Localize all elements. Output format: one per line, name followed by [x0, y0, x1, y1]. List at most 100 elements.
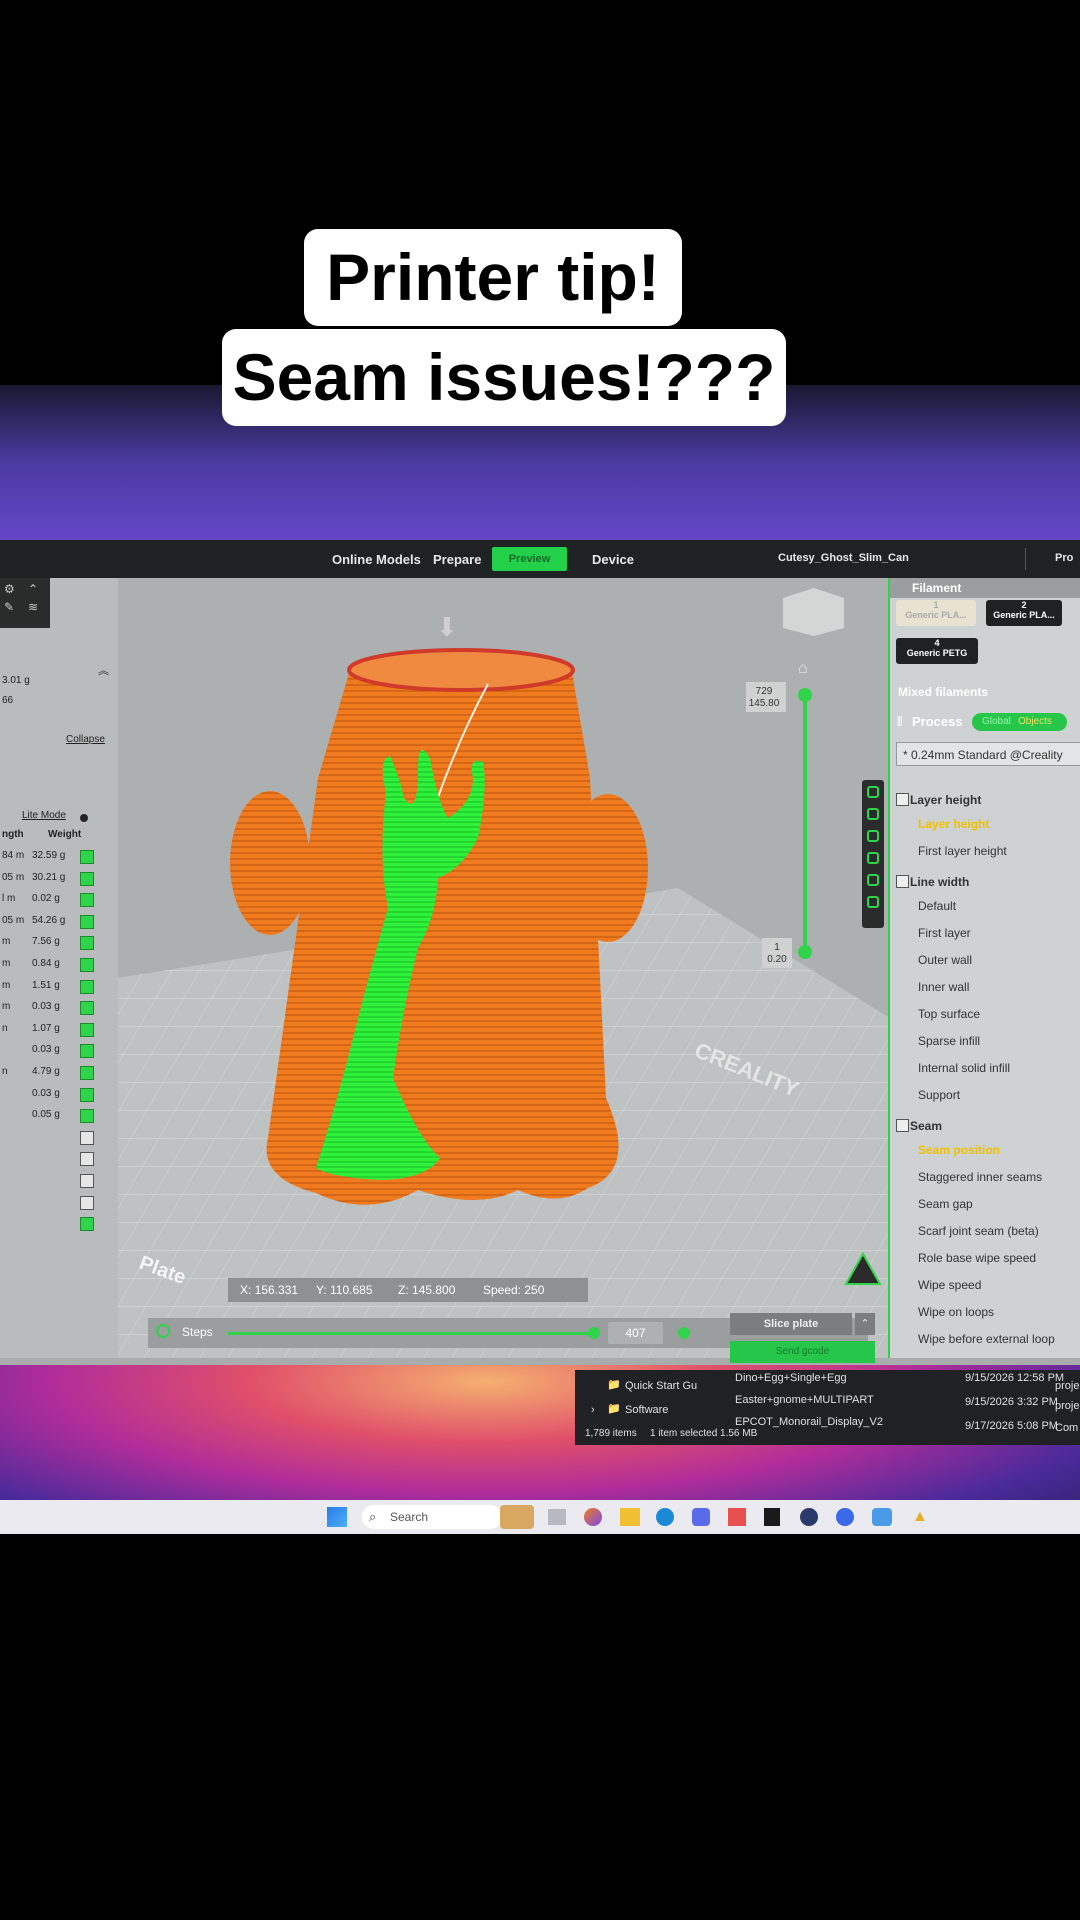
home-icon[interactable]: ⌂ — [798, 660, 808, 677]
collapse-link[interactable]: Collapse — [66, 734, 105, 745]
section-checkbox[interactable] — [896, 1119, 909, 1132]
gear-icon[interactable]: ⚙ — [4, 582, 15, 596]
grid-tool-icon[interactable] — [867, 896, 879, 908]
section-checkbox[interactable] — [896, 875, 909, 888]
nozzle-icon: ⬇ — [436, 612, 458, 642]
setting-item[interactable]: Inner wall — [918, 980, 969, 994]
setting-item[interactable]: First layer — [918, 926, 971, 940]
tab-online-models[interactable]: Online Models — [332, 552, 421, 567]
feature-visibility-checkbox[interactable] — [80, 1044, 94, 1059]
edge-icon[interactable] — [656, 1508, 674, 1526]
setting-item[interactable]: Layer height — [918, 817, 989, 831]
feature-visibility-checkbox[interactable] — [80, 958, 94, 972]
setting-item[interactable]: Wipe speed — [918, 1278, 981, 1292]
steps-slider[interactable] — [228, 1332, 593, 1335]
3d-viewport[interactable]: CREALITY Plate ⌂ ⬇ 729 145.80 1 0.20 X: … — [118, 578, 890, 1358]
global-objects-toggle[interactable]: Global Objects — [972, 713, 1067, 731]
widget-icon[interactable] — [500, 1505, 534, 1529]
speed-tool-icon[interactable] — [867, 830, 879, 842]
process-preset-select[interactable]: * 0.24mm Standard @Creality — [896, 742, 1080, 766]
feature-visibility-checkbox[interactable] — [80, 1130, 94, 1145]
file-name[interactable]: Dino+Egg+Single+Egg — [735, 1372, 847, 1384]
settings-section-layer-height[interactable]: Layer height — [896, 793, 981, 807]
settings-tool-icon[interactable] — [867, 874, 879, 886]
lite-mode-toggle[interactable] — [80, 814, 88, 822]
steam-icon[interactable] — [800, 1508, 818, 1526]
setting-item[interactable]: Default — [918, 899, 956, 913]
tab-device[interactable]: Device — [592, 552, 634, 567]
nav-quick-start[interactable]: Quick Start Gu — [625, 1380, 697, 1392]
settings-section-line-width[interactable]: Line width — [896, 875, 969, 889]
feature-visibility-checkbox[interactable] — [80, 1217, 94, 1232]
toggle-objects[interactable]: Objects — [1018, 716, 1052, 727]
feature-visibility-checkbox[interactable] — [80, 1109, 94, 1124]
filament-slot-1[interactable]: 1 Generic PLA... — [896, 600, 976, 626]
file-name[interactable]: EPCOT_Monorail_Display_V2 — [735, 1416, 883, 1428]
view-tool-icon[interactable] — [867, 786, 879, 798]
toggle-global[interactable]: Global — [982, 716, 1011, 727]
warning-tool-icon[interactable] — [867, 852, 879, 864]
setting-item[interactable]: Wipe before external loop — [918, 1332, 1055, 1346]
setting-item[interactable]: Seam gap — [918, 1197, 973, 1211]
slice-dropdown-button[interactable]: ⌃ — [855, 1313, 875, 1335]
setting-item[interactable]: Sparse infill — [918, 1034, 980, 1048]
play-icon[interactable] — [156, 1324, 170, 1338]
filament-slot-4[interactable]: 4 Generic PETG — [896, 638, 978, 664]
setting-item[interactable]: Internal solid infill — [918, 1061, 1010, 1075]
setting-item[interactable]: Role base wipe speed — [918, 1251, 1036, 1265]
chevron-right-icon[interactable]: › — [591, 1404, 595, 1416]
setting-item[interactable]: First layer height — [918, 844, 1007, 858]
file-explorer-icon[interactable] — [620, 1508, 640, 1526]
profile-menu[interactable]: Pro — [1055, 552, 1073, 564]
warning-app-icon[interactable]: ▲ — [912, 1508, 928, 1526]
copilot-icon[interactable] — [584, 1508, 602, 1526]
setting-item[interactable]: Support — [918, 1088, 960, 1102]
steps-slider-handle[interactable] — [588, 1327, 600, 1339]
setting-item[interactable]: Outer wall — [918, 953, 972, 967]
edit-icon[interactable]: ✎ — [4, 600, 14, 614]
feature-visibility-checkbox[interactable] — [80, 936, 94, 951]
nav-software[interactable]: Software — [625, 1404, 668, 1416]
setting-item[interactable]: Scarf joint seam (beta) — [918, 1224, 1039, 1238]
feature-visibility-checkbox[interactable] — [80, 1066, 94, 1080]
feature-visibility-checkbox[interactable] — [80, 1174, 94, 1188]
lite-mode-link[interactable]: Lite Mode — [22, 810, 66, 821]
collapse-chevron-icon[interactable]: ︽ — [98, 662, 109, 678]
send-gcode-button[interactable]: Send gcode — [730, 1341, 875, 1363]
feature-visibility-checkbox[interactable] — [80, 1152, 94, 1167]
slicer-app-icon[interactable] — [764, 1508, 780, 1526]
store-icon[interactable] — [728, 1508, 746, 1526]
chevron-up-icon[interactable]: ⌃ — [28, 582, 38, 596]
feature-visibility-checkbox[interactable] — [80, 914, 94, 929]
feature-visibility-checkbox[interactable] — [80, 871, 94, 886]
layer-slider-bottom-handle[interactable] — [798, 945, 812, 959]
feature-visibility-checkbox[interactable] — [80, 1195, 94, 1210]
feature-visibility-checkbox[interactable] — [80, 979, 94, 994]
slice-plate-button[interactable]: Slice plate — [730, 1313, 852, 1335]
filament-slot-2[interactable]: 2 Generic PLA... — [986, 600, 1062, 626]
windows-start-icon[interactable] — [327, 1507, 347, 1527]
setting-item[interactable]: Staggered inner seams — [918, 1170, 1042, 1184]
setting-item[interactable]: Seam position — [918, 1143, 1000, 1157]
feature-visibility-checkbox[interactable] — [80, 1087, 94, 1102]
settings-section-seam[interactable]: Seam — [896, 1119, 942, 1133]
feature-visibility-checkbox[interactable] — [80, 1022, 94, 1037]
setting-item[interactable]: Top surface — [918, 1007, 980, 1021]
section-checkbox[interactable] — [896, 793, 909, 806]
file-name[interactable]: Easter+gnome+MULTIPART — [735, 1394, 874, 1406]
feature-visibility-checkbox[interactable] — [80, 1001, 94, 1016]
task-view-icon[interactable] — [548, 1509, 566, 1525]
app-icon[interactable] — [692, 1508, 710, 1526]
setting-item[interactable]: Wipe on loops — [918, 1305, 994, 1319]
taskbar-search-input[interactable]: Search — [362, 1505, 502, 1529]
feature-visibility-checkbox[interactable] — [80, 893, 94, 908]
feature-visibility-checkbox[interactable] — [80, 850, 94, 864]
layer-slider-top-handle[interactable] — [798, 688, 812, 702]
tab-prepare[interactable]: Prepare — [433, 552, 481, 567]
steps-value-input[interactable]: 407 — [608, 1322, 663, 1344]
tab-preview[interactable]: Preview — [492, 547, 567, 571]
media-player-icon[interactable] — [836, 1508, 854, 1526]
layers-tool-icon[interactable] — [867, 808, 879, 820]
network-app-icon[interactable] — [872, 1508, 892, 1526]
orientation-cube-icon[interactable] — [783, 588, 844, 636]
